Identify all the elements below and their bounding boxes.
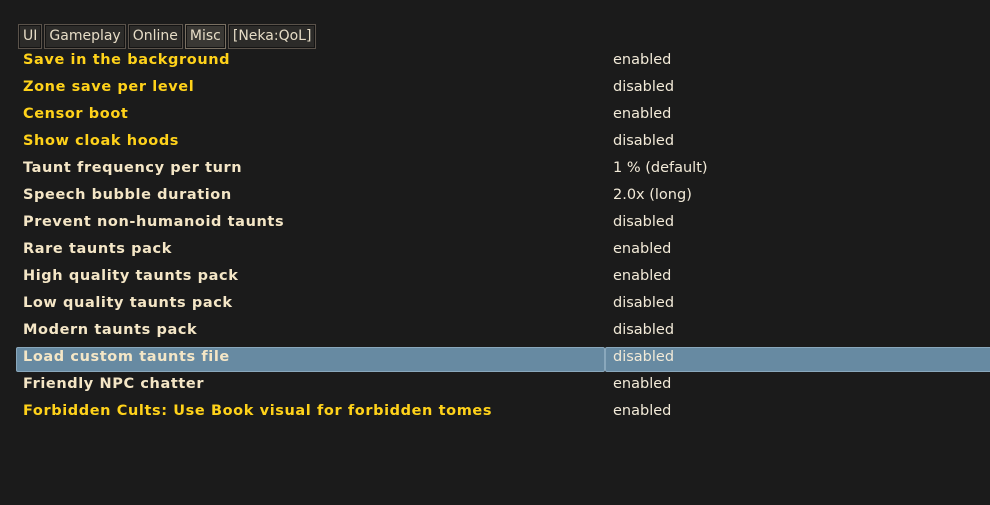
option-row-high-quality-taunts-pack[interactable]: High quality taunts pack enabled [16, 265, 990, 292]
tab-misc[interactable]: Misc [184, 24, 226, 49]
tab-gameplay[interactable]: Gameplay [44, 24, 126, 49]
option-value[interactable]: enabled [613, 268, 671, 284]
option-row-rare-taunts-pack[interactable]: Rare taunts pack enabled [16, 238, 990, 265]
option-row-forbidden-cults-book-visual[interactable]: Forbidden Cults: Use Book visual for for… [16, 400, 990, 427]
option-value[interactable]: 2.0x (long) [613, 187, 692, 203]
option-row-save-in-background[interactable]: Save in the background enabled [16, 49, 990, 76]
option-value[interactable]: enabled [613, 241, 671, 257]
option-name: Prevent non-humanoid taunts [23, 214, 285, 230]
option-row-zone-save-per-level[interactable]: Zone save per level disabled [16, 76, 990, 103]
option-name: Save in the background [23, 52, 231, 68]
option-row-show-cloak-hoods[interactable]: Show cloak hoods disabled [16, 130, 990, 157]
option-name: Friendly NPC chatter [23, 376, 205, 392]
settings-tab-bar: UI Gameplay Online Misc [Neka:QoL] [18, 24, 317, 49]
option-name: Rare taunts pack [23, 241, 172, 257]
options-list: Save in the background enabled Zone save… [16, 49, 990, 427]
option-value[interactable]: enabled [613, 106, 671, 122]
option-name: Modern taunts pack [23, 322, 198, 338]
option-value[interactable]: disabled [613, 214, 674, 230]
option-row-censor-boot[interactable]: Censor boot enabled [16, 103, 990, 130]
option-name: Zone save per level [23, 79, 195, 95]
option-row-prevent-non-humanoid-taunts[interactable]: Prevent non-humanoid taunts disabled [16, 211, 990, 238]
option-value[interactable]: disabled [613, 133, 674, 149]
option-name: Censor boot [23, 106, 129, 122]
option-row-friendly-npc-chatter[interactable]: Friendly NPC chatter enabled [16, 373, 990, 400]
option-name: High quality taunts pack [23, 268, 239, 284]
option-name: Taunt frequency per turn [23, 160, 243, 176]
option-value[interactable]: disabled [613, 322, 674, 338]
option-value[interactable]: disabled [613, 349, 674, 365]
option-row-load-custom-taunts-file[interactable]: Load custom taunts file disabled [16, 347, 990, 372]
tab-neka-qol[interactable]: [Neka:QoL] [227, 24, 317, 49]
option-value[interactable]: enabled [613, 52, 671, 68]
option-name: Forbidden Cults: Use Book visual for for… [23, 403, 493, 419]
option-name: Low quality taunts pack [23, 295, 233, 311]
tab-online[interactable]: Online [127, 24, 183, 49]
option-value[interactable]: disabled [613, 295, 674, 311]
option-value[interactable]: disabled [613, 79, 674, 95]
option-row-low-quality-taunts-pack[interactable]: Low quality taunts pack disabled [16, 292, 990, 319]
option-row-speech-bubble-duration[interactable]: Speech bubble duration 2.0x (long) [16, 184, 990, 211]
option-name: Show cloak hoods [23, 133, 180, 149]
option-row-taunt-frequency[interactable]: Taunt frequency per turn 1 % (default) [16, 157, 990, 184]
option-value[interactable]: 1 % (default) [613, 160, 708, 176]
tab-ui[interactable]: UI [18, 24, 43, 49]
option-name: Speech bubble duration [23, 187, 232, 203]
option-name: Load custom taunts file [23, 349, 230, 365]
option-row-modern-taunts-pack[interactable]: Modern taunts pack disabled [16, 319, 990, 346]
option-value[interactable]: enabled [613, 403, 671, 419]
option-value[interactable]: enabled [613, 376, 671, 392]
